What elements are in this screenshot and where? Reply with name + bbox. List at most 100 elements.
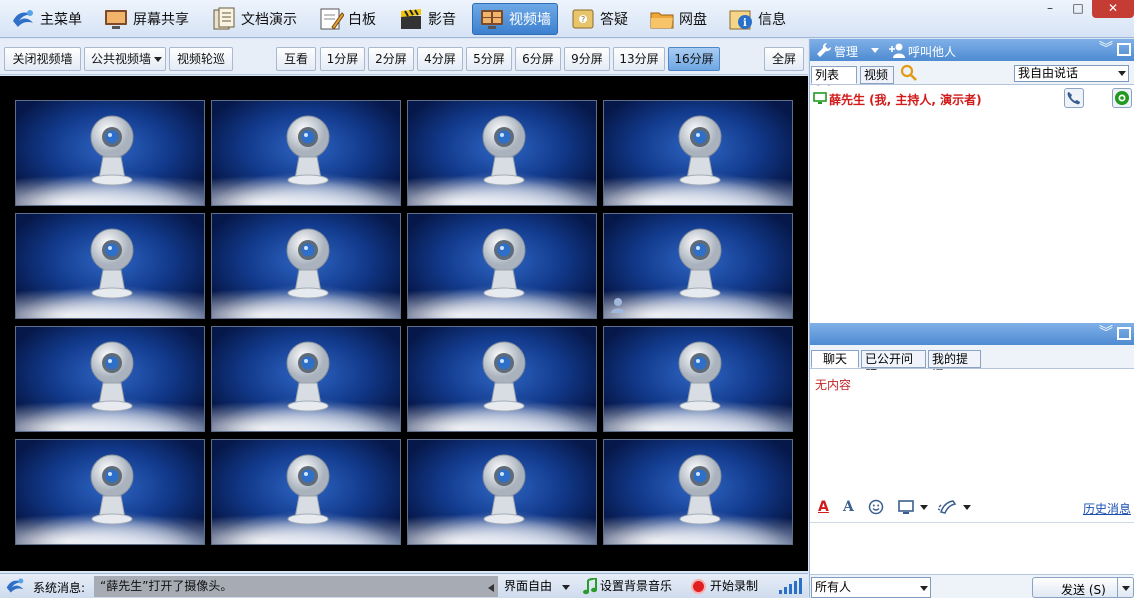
history-messages-link[interactable]: 历史消息: [1083, 500, 1131, 517]
video-rotation-button[interactable]: 视频轮巡: [169, 47, 233, 71]
menu-item-label: 答疑: [600, 12, 628, 28]
menu-item-label: 文档演示: [241, 12, 297, 28]
menu-item-label: 网盘: [679, 12, 707, 28]
send-button[interactable]: 发送 (S): [1061, 581, 1106, 598]
popout-icon[interactable]: [1117, 43, 1131, 56]
speak-mode-select[interactable]: 我自由说话: [1014, 65, 1129, 82]
mutual-view-button[interactable]: 互看: [276, 47, 316, 71]
chevron-down-icon[interactable]: [871, 48, 879, 53]
video-tile[interactable]: [603, 213, 793, 319]
close-button[interactable]: ✕: [1092, 0, 1134, 18]
tab-my-questions[interactable]: 我的提问: [928, 350, 981, 382]
menu-item-main[interactable]: 主菜单: [4, 3, 88, 35]
menu-item-whiteboard[interactable]: 白板: [312, 3, 382, 35]
maximize-button[interactable]: □: [1064, 0, 1092, 18]
split-13-button[interactable]: 13分屏: [613, 47, 665, 71]
video-tile[interactable]: [407, 439, 597, 545]
users-panel-header: 管理 呼叫他人 ︾: [810, 39, 1134, 61]
split-16-button[interactable]: 16分屏: [668, 47, 720, 71]
shake-window-icon[interactable]: [937, 498, 958, 516]
chevron-down-icon: [562, 585, 570, 590]
menu-item-screen-share[interactable]: 屏幕共享: [97, 3, 195, 35]
menu-item-doc-present[interactable]: 文档演示: [205, 3, 303, 35]
screenshot-icon[interactable]: [898, 499, 916, 515]
webcam-icon: [89, 226, 135, 302]
menu-item-video-wall[interactable]: 视频墙: [472, 3, 558, 35]
menu-item-netdisk[interactable]: 网盘: [643, 3, 713, 35]
chat-tab-bar: 聊天 已公开问题 我的提问: [810, 345, 1134, 382]
split-6-button[interactable]: 6分屏: [515, 47, 561, 71]
window-controls: – □ ✕: [1036, 0, 1134, 18]
tab-video-list[interactable]: 视频: [860, 66, 894, 84]
video-wall: [0, 76, 808, 571]
document-icon: [211, 7, 237, 31]
video-tile[interactable]: [15, 100, 205, 206]
emoji-icon[interactable]: [868, 499, 884, 515]
chevron-down-icon[interactable]: [963, 505, 971, 510]
video-tile[interactable]: [407, 326, 597, 432]
bg-music-label: 设置背景音乐: [600, 579, 673, 593]
popout-icon[interactable]: [1117, 327, 1131, 340]
close-video-wall-button[interactable]: 关闭视频墙: [4, 47, 81, 71]
layout-mode-dropdown[interactable]: 界面自由: [502, 576, 572, 597]
menu-item-qa[interactable]: ? 答疑: [564, 3, 634, 35]
list-item[interactable]: 薛先生 (我, 主持人, 演示者): [810, 86, 1134, 112]
collapse-icon[interactable]: ︾: [1099, 326, 1113, 340]
start-recording-button[interactable]: 开始录制: [686, 576, 770, 597]
minimize-button[interactable]: –: [1036, 0, 1064, 18]
video-wall-icon: [479, 7, 505, 31]
tab-public-questions[interactable]: 已公开问题: [861, 350, 926, 382]
video-tile[interactable]: [407, 213, 597, 319]
chat-panel-header: ︾: [810, 323, 1134, 345]
public-video-wall-label: 公共视频墙: [91, 52, 152, 66]
split-9-button[interactable]: 9分屏: [564, 47, 610, 71]
system-message: “薛先生”打开了摄像头。: [94, 576, 498, 597]
video-tile[interactable]: [15, 439, 205, 545]
user-avatar-icon: [609, 296, 627, 314]
split-4-button[interactable]: 4分屏: [417, 47, 463, 71]
webcam-icon: [481, 339, 527, 415]
split-1-button[interactable]: 1分屏: [320, 47, 365, 71]
chevron-down-icon[interactable]: [920, 505, 928, 510]
font-color-icon[interactable]: A: [818, 499, 829, 515]
video-tile[interactable]: [15, 326, 205, 432]
video-tile[interactable]: [603, 439, 793, 545]
webcam-icon: [481, 226, 527, 302]
split-2-button[interactable]: 2分屏: [368, 47, 414, 71]
font-size-icon[interactable]: A: [843, 499, 854, 515]
menu-item-media[interactable]: 影音: [392, 3, 462, 35]
video-tile[interactable]: [603, 326, 793, 432]
signal-strength-icon: [778, 577, 802, 595]
video-tile[interactable]: [15, 213, 205, 319]
video-tile[interactable]: [211, 326, 401, 432]
manage-menu[interactable]: 管理: [834, 43, 858, 60]
video-tile[interactable]: [211, 100, 401, 206]
triangle-left-icon: [488, 584, 494, 592]
camera-status-icon[interactable]: [1112, 88, 1132, 108]
public-video-wall-dropdown[interactable]: 公共视频墙: [84, 47, 166, 71]
call-others-button[interactable]: 呼叫他人: [908, 43, 956, 60]
video-tile[interactable]: [603, 100, 793, 206]
svg-text:i: i: [743, 18, 747, 29]
video-tile[interactable]: [407, 100, 597, 206]
chevron-down-icon: [154, 57, 162, 62]
phone-icon[interactable]: [1064, 88, 1084, 108]
menu-item-info[interactable]: i 信息: [722, 3, 792, 35]
chevron-down-icon[interactable]: [1122, 586, 1130, 591]
users-tab-bar: 列表 (1) 视频 我自由说话: [810, 61, 1134, 98]
recipient-select[interactable]: 所有人: [811, 577, 931, 598]
search-icon[interactable]: [900, 64, 918, 82]
right-panel: 管理 呼叫他人 ︾ 列表 (1) 视频 我自由说话 薛先生 (我, 主持人, 演…: [809, 39, 1134, 598]
webcam-icon: [285, 452, 331, 528]
video-tile[interactable]: [211, 439, 401, 545]
video-tile[interactable]: [211, 213, 401, 319]
bg-music-button[interactable]: 设置背景音乐: [578, 576, 678, 597]
divider: [1117, 578, 1118, 597]
collapse-icon[interactable]: ︾: [1099, 42, 1113, 56]
split-5-button[interactable]: 5分屏: [466, 47, 512, 71]
fullscreen-button[interactable]: 全屏: [764, 47, 804, 71]
tab-chat[interactable]: 聊天: [811, 350, 859, 368]
record-label: 开始录制: [710, 579, 759, 593]
chat-input[interactable]: [810, 522, 1134, 574]
tab-user-list[interactable]: 列表 (1): [811, 66, 857, 98]
